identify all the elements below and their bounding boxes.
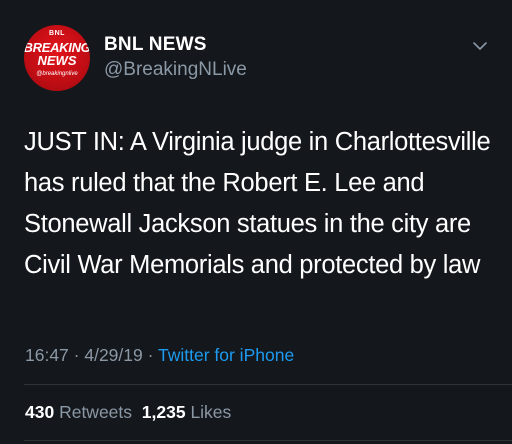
- tweet-time: 16:47: [25, 345, 69, 365]
- avatar-text-handle: @breakingnlive: [36, 71, 78, 77]
- divider: [24, 384, 512, 385]
- divider: [24, 440, 512, 441]
- likes-count: 1,235: [141, 402, 186, 422]
- tweet-source-link[interactable]: Twitter for iPhone: [158, 345, 294, 365]
- chevron-down-icon[interactable]: [470, 36, 490, 56]
- tweet-date: 4/29/19: [84, 345, 143, 365]
- likes-stat[interactable]: 1,235 Likes: [142, 402, 232, 422]
- retweets-label: Retweets: [59, 402, 133, 422]
- engagement-stats: 430 Retweets 1,235 Likes: [25, 402, 231, 423]
- meta-separator: ·: [142, 345, 158, 365]
- meta-separator: ·: [68, 345, 85, 365]
- avatar[interactable]: BNL BREAKING NEWS @breakingnlive: [24, 25, 90, 91]
- tweet-metadata: 16:47 · 4/29/19 · Twitter for iPhone: [25, 345, 294, 366]
- author-handle[interactable]: @BreakingNLive: [104, 59, 247, 81]
- avatar-text-news: NEWS: [37, 53, 77, 68]
- avatar-text-bnl: BNL: [49, 30, 65, 37]
- tweet-text: JUST IN: A Virginia judge in Charlottesv…: [24, 128, 491, 279]
- retweets-count: 430: [25, 402, 55, 422]
- retweets-stat[interactable]: 430 Retweets: [25, 402, 132, 422]
- tweet-card: BNL BREAKING NEWS @breakingnlive BNL NEW…: [0, 0, 512, 444]
- likes-label: Likes: [190, 402, 232, 422]
- author-name[interactable]: BNL NEWS: [104, 34, 207, 56]
